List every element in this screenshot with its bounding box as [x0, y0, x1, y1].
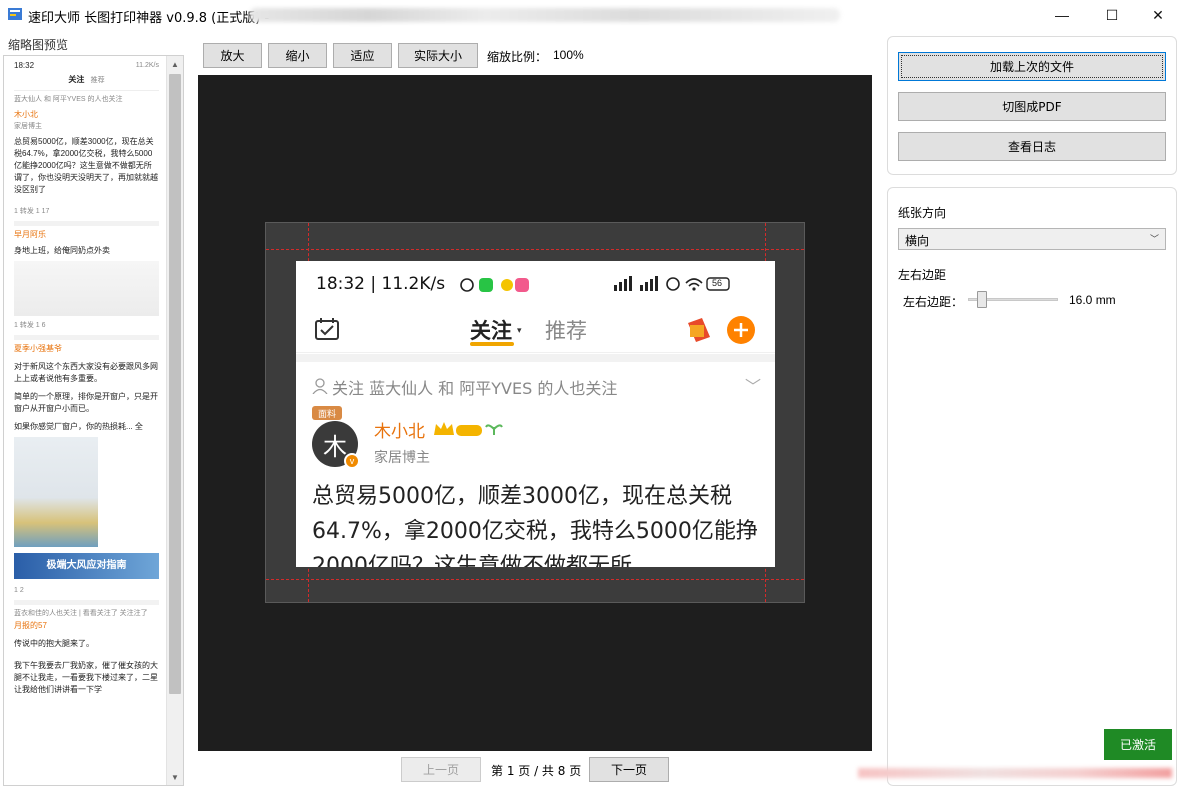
phone-tab-follow: 关注: [470, 319, 512, 343]
print-page: 18:32 | 11.2K/s 56 关注 ▾ 推荐 关注 蓝大仙人 和 阿平Y…: [265, 222, 805, 603]
thumb-post: 总贸易5000亿，顺差3000亿，现在总关税64.7%，拿2000亿交税，我特么…: [14, 137, 158, 194]
avatar-tag: 面料: [312, 406, 342, 420]
chevron-down-icon: ﹀: [1149, 235, 1159, 245]
vip-level-badge-icon: [434, 422, 503, 436]
thumb-tab-follow: 关注: [68, 75, 85, 84]
window-title: 速印大师 长图打印神器 v0.9.8 (正式版) -: [28, 11, 270, 26]
add-icon: [727, 316, 755, 344]
phone-nav-bar: 关注 ▾ 推荐: [296, 305, 775, 353]
print-settings-group: 纸张方向 横向 ﹀ 左右边距 左右边距： 16.0 mm: [887, 187, 1177, 786]
close-button[interactable]: ✕: [1135, 0, 1177, 30]
page-indicator: 第 1 页 / 共 8 页: [491, 764, 582, 778]
thumbnail-panel[interactable]: 18:32 11.2K/s 关注 推荐 蓝大仙人 和 阿平YVES 的人也关注 …: [3, 55, 184, 786]
verified-badge-icon: v: [344, 453, 360, 469]
thumb-image: [14, 261, 159, 316]
thumb-post: 简单的一个原理，排你是开窗户，只是开窗户从开窗户小而已。: [14, 392, 158, 413]
user-icon: [312, 378, 328, 394]
feed-separator: [296, 354, 775, 362]
maximize-button[interactable]: ☐: [1089, 0, 1135, 30]
thumb-stats: 1 转发 1 6: [14, 322, 46, 329]
margin-label: 左右边距：: [903, 295, 964, 309]
margin-value: 16.0 mm: [1069, 293, 1116, 307]
chevron-down-icon: ▾: [517, 325, 522, 335]
thumb-status-rate: 11.2K/s: [135, 62, 159, 69]
phone-status-bar: 18:32 | 11.2K/s 56: [296, 261, 775, 305]
follow-note: 关注 蓝大仙人 和 阿平YVES 的人也关注: [332, 379, 618, 398]
zoom-out-button[interactable]: 缩小: [268, 43, 327, 68]
tab-underline: [470, 342, 514, 346]
thumb-author: 月报的57: [14, 621, 47, 630]
red-packet-icon: [688, 318, 710, 342]
thumb-note: 蓝大仙人 和 阿平YVES 的人也关注: [14, 96, 123, 103]
phone-tab-recommend: 推荐: [545, 319, 587, 343]
margin-section-label: 左右边距: [898, 268, 947, 282]
thumbnail-content: 18:32 11.2K/s 关注 推荐 蓝大仙人 和 阿平YVES 的人也关注 …: [4, 56, 167, 785]
thumb-post: 身地上班，给俺同奶点外卖: [14, 246, 110, 255]
prev-page-button[interactable]: 上一页: [401, 757, 481, 782]
thumb-author-sub: 家居博主: [14, 123, 42, 130]
zoom-ratio-value: 100%: [553, 48, 584, 62]
margin-guide-bottom: [266, 579, 804, 580]
thumb-stats: 1 转发 1 17: [14, 208, 50, 215]
file-actions-group: 加载上次的文件 切图成PDF 查看日志: [887, 36, 1177, 175]
activated-status-button[interactable]: 已激活: [1104, 729, 1172, 760]
margin-slider-thumb[interactable]: [977, 291, 987, 308]
margin-guide-top: [266, 249, 804, 250]
battery-level: 56: [712, 278, 723, 288]
title-blurred-text: [250, 8, 840, 22]
post-text: 总贸易5000亿，顺差3000亿，现在总关税64.7%，拿2000亿交税，我特么…: [312, 484, 758, 567]
notification-icons: [460, 278, 529, 292]
view-log-button[interactable]: 查看日志: [898, 132, 1166, 161]
thumb-status-time: 18:32: [14, 61, 35, 70]
thumb-banner: 极端大风应对指南: [14, 553, 159, 579]
thumb-post: 对于新风这个东西大家没有必要跟风多网上上或者说他有多重要。: [14, 362, 158, 383]
author-subtitle: 家居博主: [374, 450, 430, 466]
zoom-ratio-label: 缩放比例：: [487, 50, 548, 64]
screenshot-preview: 18:32 | 11.2K/s 56 关注 ▾ 推荐 关注 蓝大仙人 和 阿平Y…: [296, 261, 775, 567]
next-page-button[interactable]: 下一页: [589, 757, 669, 782]
thumb-note: 蓝衣和佳的人也关注 | 看看关注了 关注注了: [14, 610, 148, 617]
scroll-down-icon[interactable]: ▼: [167, 769, 183, 785]
thumb-photo: [14, 437, 98, 547]
preview-canvas[interactable]: 18:32 | 11.2K/s 56 关注 ▾ 推荐 关注 蓝大仙人 和 阿平Y…: [198, 75, 872, 751]
status-blurred-text: [858, 768, 1172, 778]
calendar-check-icon: [315, 318, 339, 340]
load-last-file-button[interactable]: 加载上次的文件: [898, 52, 1166, 81]
title-bar: 速印大师 长图打印神器 v0.9.8 (正式版) - — ☐ ✕: [0, 0, 1177, 30]
phone-status-time: 18:32 | 11.2K/s: [316, 274, 446, 294]
thumbnail-scrollbar[interactable]: ▲ ▼: [166, 56, 183, 785]
thumb-author: 木小北: [14, 110, 38, 119]
chevron-down-icon: ﹀: [744, 379, 761, 396]
paper-orientation-value: 横向: [905, 234, 930, 248]
scroll-thumb[interactable]: [169, 74, 181, 694]
thumb-author: 夏季小强基爷: [14, 344, 62, 353]
thumb-post: 我下午我要去厂我奶家，催了催女孩的大腿不让我走，一看要我下楼过来了，二星让我给他…: [14, 661, 158, 694]
thumb-stats: 1 2: [14, 587, 24, 594]
actual-size-button[interactable]: 实际大小: [398, 43, 478, 68]
thumbnail-preview-label: 缩略图预览: [8, 38, 69, 52]
cut-to-pdf-button[interactable]: 切图成PDF: [898, 92, 1166, 121]
fit-button[interactable]: 适应: [333, 43, 392, 68]
paper-orientation-select[interactable]: 横向 ﹀: [898, 228, 1166, 250]
thumb-author: 早月阿乐: [14, 230, 46, 239]
thumb-tab-recommend: 推荐: [90, 77, 105, 84]
scroll-up-icon[interactable]: ▲: [167, 56, 183, 72]
post-author: 木小北: [374, 422, 425, 442]
app-icon: [8, 8, 22, 20]
paper-orientation-label: 纸张方向: [898, 206, 947, 220]
thumb-post: 如果你感觉厂窗户，你的热损耗... 全: [14, 422, 143, 431]
thumb-post: 传说中的抱大腿来了。: [14, 639, 94, 648]
zoom-in-button[interactable]: 放大: [203, 43, 262, 68]
minimize-button[interactable]: —: [1039, 0, 1085, 30]
